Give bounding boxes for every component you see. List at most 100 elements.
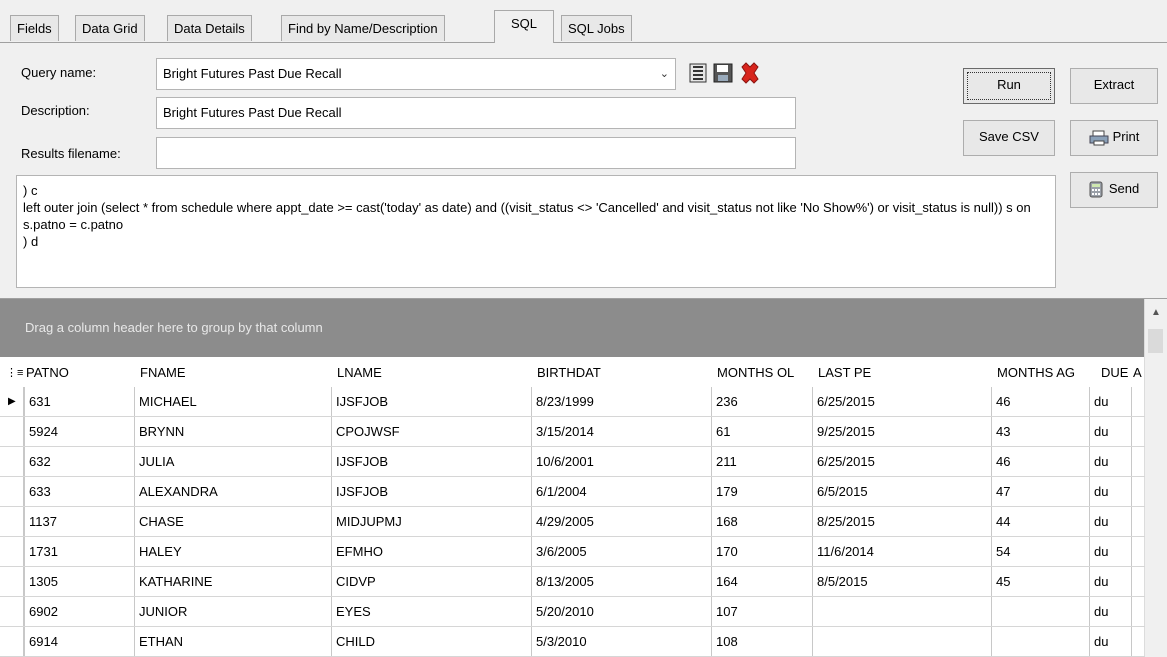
save-csv-button[interactable]: Save CSV — [963, 120, 1055, 156]
cell-birthdat[interactable]: 8/13/2005 — [531, 567, 711, 596]
column-header-birthdat[interactable]: BIRTHDAT — [537, 359, 709, 387]
delete-icon[interactable] — [738, 61, 759, 84]
cell-due[interactable]: du — [1089, 507, 1131, 536]
table-row[interactable]: 6902 JUNIOR EYES 5/20/2010 107 du — [0, 597, 1145, 627]
table-row[interactable]: 1731 HALEY EFMHO 3/6/2005 170 11/6/2014 54 du — [0, 537, 1145, 567]
cell-patno[interactable]: 6914 — [24, 627, 134, 656]
cell-patno[interactable]: 1305 — [24, 567, 134, 596]
cell-lname[interactable]: IJSFJOB — [331, 447, 531, 476]
print-button[interactable]: Print — [1070, 120, 1158, 156]
cell-months-old[interactable]: 107 — [711, 597, 812, 626]
cell-months-ago[interactable]: 47 — [991, 477, 1089, 506]
cell-birthdat[interactable]: 10/6/2001 — [531, 447, 711, 476]
table-row[interactable]: 633 ALEXANDRA IJSFJOB 6/1/2004 179 6/5/2015 47… — [0, 477, 1145, 507]
cell-birthdat[interactable]: 8/23/1999 — [531, 387, 711, 416]
cell-fname[interactable]: CHASE — [134, 507, 331, 536]
cell-months-old[interactable]: 211 — [711, 447, 812, 476]
cell-a[interactable] — [1131, 477, 1145, 506]
cell-due[interactable]: du — [1089, 627, 1131, 656]
row-indicator[interactable] — [0, 417, 24, 446]
cell-due[interactable]: du — [1089, 597, 1131, 626]
table-row[interactable]: 632 JULIA IJSFJOB 10/6/2001 211 6/25/2015 46 du — [0, 447, 1145, 477]
column-chooser-icon[interactable]: ⋮≡ — [6, 359, 24, 387]
cell-months-old[interactable]: 236 — [711, 387, 812, 416]
cell-last-pe[interactable] — [812, 627, 991, 656]
cell-months-ago[interactable]: 54 — [991, 537, 1089, 566]
cell-months-old[interactable]: 164 — [711, 567, 812, 596]
scroll-up-icon[interactable]: ▲ — [1151, 307, 1161, 318]
column-header-last-pe[interactable]: LAST PE — [818, 359, 990, 387]
run-button[interactable]: Run — [963, 68, 1055, 104]
cell-last-pe[interactable]: 6/5/2015 — [812, 477, 991, 506]
cell-months-ago[interactable] — [991, 597, 1089, 626]
cell-last-pe[interactable]: 6/25/2015 — [812, 447, 991, 476]
column-header-months-ago[interactable]: MONTHS AG — [997, 359, 1089, 387]
cell-fname[interactable]: ALEXANDRA — [134, 477, 331, 506]
send-button[interactable]: Send — [1070, 172, 1158, 208]
cell-last-pe[interactable]: 6/25/2015 — [812, 387, 991, 416]
cell-lname[interactable]: EYES — [331, 597, 531, 626]
cell-birthdat[interactable]: 5/20/2010 — [531, 597, 711, 626]
cell-birthdat[interactable]: 3/15/2014 — [531, 417, 711, 446]
table-row[interactable]: 1305 KATHARINE CIDVP 8/13/2005 164 8/5/2015 45… — [0, 567, 1145, 597]
tab-sql-jobs[interactable]: SQL Jobs — [561, 15, 632, 41]
cell-birthdat[interactable]: 5/3/2010 — [531, 627, 711, 656]
cell-due[interactable]: du — [1089, 447, 1131, 476]
cell-last-pe[interactable]: 8/25/2015 — [812, 507, 991, 536]
row-indicator[interactable] — [0, 447, 24, 476]
cell-months-ago[interactable] — [991, 627, 1089, 656]
cell-months-old[interactable]: 170 — [711, 537, 812, 566]
cell-a[interactable] — [1131, 627, 1145, 656]
cell-a[interactable] — [1131, 417, 1145, 446]
row-indicator[interactable] — [0, 567, 24, 596]
column-header-fname[interactable]: FNAME — [140, 359, 330, 387]
column-header-a[interactable]: A — [1133, 359, 1145, 387]
cell-patno[interactable]: 632 — [24, 447, 134, 476]
tab-sql[interactable]: SQL — [494, 10, 555, 43]
cell-a[interactable] — [1131, 507, 1145, 536]
cell-birthdat[interactable]: 4/29/2005 — [531, 507, 711, 536]
cell-months-ago[interactable]: 45 — [991, 567, 1089, 596]
cell-months-old[interactable]: 61 — [711, 417, 812, 446]
cell-lname[interactable]: CPOJWSF — [331, 417, 531, 446]
cell-fname[interactable]: HALEY — [134, 537, 331, 566]
cell-last-pe[interactable]: 8/5/2015 — [812, 567, 991, 596]
row-indicator[interactable] — [0, 507, 24, 536]
cell-lname[interactable]: CHILD — [331, 627, 531, 656]
save-icon[interactable] — [688, 62, 708, 84]
row-indicator[interactable] — [0, 477, 24, 506]
chevron-down-icon[interactable]: ⌄ — [660, 59, 669, 89]
cell-lname[interactable]: IJSFJOB — [331, 477, 531, 506]
vertical-scrollbar[interactable]: ▲ — [1144, 299, 1167, 656]
cell-last-pe[interactable] — [812, 597, 991, 626]
cell-birthdat[interactable]: 3/6/2005 — [531, 537, 711, 566]
cell-months-ago[interactable]: 44 — [991, 507, 1089, 536]
cell-due[interactable]: du — [1089, 387, 1131, 416]
cell-fname[interactable]: ETHAN — [134, 627, 331, 656]
cell-patno[interactable]: 6902 — [24, 597, 134, 626]
cell-last-pe[interactable]: 9/25/2015 — [812, 417, 991, 446]
cell-due[interactable]: du — [1089, 417, 1131, 446]
cell-due[interactable]: du — [1089, 537, 1131, 566]
column-header-lname[interactable]: LNAME — [337, 359, 529, 387]
cell-lname[interactable]: MIDJUPMJ — [331, 507, 531, 536]
table-row[interactable]: ▶ 631 MICHAEL IJSFJOB 8/23/1999 236 6/25/2015 4… — [0, 387, 1145, 417]
sql-editor[interactable]: ) c left outer join (select * from sched… — [16, 175, 1056, 288]
cell-months-old[interactable]: 168 — [711, 507, 812, 536]
cell-due[interactable]: du — [1089, 567, 1131, 596]
cell-a[interactable] — [1131, 537, 1145, 566]
cell-patno[interactable]: 5924 — [24, 417, 134, 446]
cell-fname[interactable]: BRYNN — [134, 417, 331, 446]
cell-birthdat[interactable]: 6/1/2004 — [531, 477, 711, 506]
save-as-icon[interactable] — [713, 62, 733, 84]
cell-a[interactable] — [1131, 387, 1145, 416]
cell-last-pe[interactable]: 11/6/2014 — [812, 537, 991, 566]
cell-lname[interactable]: EFMHO — [331, 537, 531, 566]
row-indicator[interactable] — [0, 537, 24, 566]
cell-due[interactable]: du — [1089, 477, 1131, 506]
tab-find-by-name[interactable]: Find by Name/Description — [281, 15, 445, 41]
cell-months-old[interactable]: 108 — [711, 627, 812, 656]
cell-patno[interactable]: 631 — [24, 387, 134, 416]
cell-patno[interactable]: 633 — [24, 477, 134, 506]
cell-months-ago[interactable]: 43 — [991, 417, 1089, 446]
